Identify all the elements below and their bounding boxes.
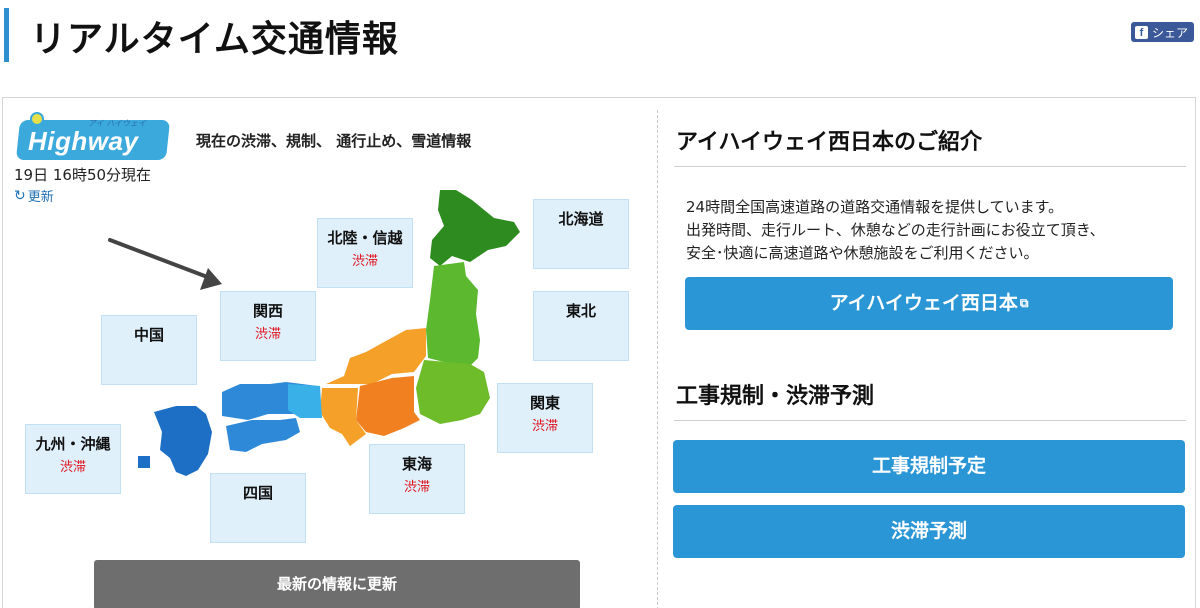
construction-schedule-button[interactable]: 工事規制予定 <box>673 440 1185 493</box>
region-name: 四国 <box>242 484 273 502</box>
congestion-forecast-button[interactable]: 渋滞予測 <box>673 505 1185 558</box>
intro-text: 24時間全国高速道路の道路交通情報を提供しています。 出発時間、走行ルート、休憩… <box>686 196 1105 265</box>
section-divider <box>674 166 1186 167</box>
map-kanto[interactable] <box>416 360 490 424</box>
region-tohoku[interactable]: 東北 <box>533 291 629 361</box>
map-hokkaido[interactable] <box>430 190 520 266</box>
facebook-share-button[interactable]: f シェア <box>1130 22 1194 42</box>
region-status: 渋滞 <box>531 419 558 434</box>
ihighway-west-japan-button[interactable]: アイハイウェイ西日本 ⧉ <box>685 277 1173 330</box>
region-kyushu-okinawa[interactable]: 九州・沖縄 渋滞 <box>25 424 121 494</box>
refresh-latest-button[interactable]: 最新の情報に更新 <box>94 560 580 608</box>
region-name: 九州・沖縄 <box>35 435 111 453</box>
region-hokkaido[interactable]: 北海道 <box>533 199 629 269</box>
section-divider <box>674 420 1186 421</box>
map-hokuriku[interactable] <box>326 328 426 384</box>
region-name: 北陸・信越 <box>327 229 403 247</box>
region-status: 渋滞 <box>59 460 86 475</box>
construction-section-title: 工事規制・渋滞予測 <box>676 384 875 409</box>
region-status: 渋滞 <box>351 254 378 269</box>
region-status: 渋滞 <box>403 480 430 495</box>
intro-line: 出発時間、走行ルート、休憩などの走行計画にお役立て頂き、 <box>686 221 1105 239</box>
region-kansai[interactable]: 関西 渋滞 <box>220 291 316 361</box>
region-name: 中国 <box>133 326 164 344</box>
map-chugoku-east[interactable] <box>288 384 322 418</box>
region-kanto[interactable]: 関東 渋滞 <box>497 383 593 453</box>
map-shikoku[interactable] <box>226 418 300 452</box>
pointer-arrow-icon <box>108 238 222 290</box>
map-tohoku[interactable] <box>426 262 480 366</box>
region-name: 東北 <box>565 302 596 320</box>
external-link-icon: ⧉ <box>1019 296 1029 310</box>
region-status: 渋滞 <box>254 327 281 342</box>
region-shikoku[interactable]: 四国 <box>210 473 306 543</box>
site-button-label: アイハイウェイ西日本 <box>829 292 1018 314</box>
region-name: 北海道 <box>558 210 604 228</box>
share-label: シェア <box>1151 25 1188 40</box>
region-name: 東海 <box>401 455 432 473</box>
region-tokai[interactable]: 東海 渋滞 <box>369 444 465 514</box>
region-name: 関西 <box>252 302 283 320</box>
map-tokai[interactable] <box>356 376 420 436</box>
intro-section-title: アイハイウェイ西日本のご紹介 <box>676 130 983 155</box>
region-chugoku[interactable]: 中国 <box>101 315 197 385</box>
facebook-icon: f <box>1134 25 1148 39</box>
region-hokuriku-shinetsu[interactable]: 北陸・信越 渋滞 <box>317 218 413 288</box>
intro-line: 安全･快適に高速道路や休憩施設をご利用ください。 <box>686 244 1039 262</box>
map-kyushu[interactable] <box>154 406 212 476</box>
region-name: 関東 <box>529 394 560 412</box>
map-kyushu-island <box>138 456 150 468</box>
intro-line: 24時間全国高速道路の道路交通情報を提供しています。 <box>686 198 1064 216</box>
